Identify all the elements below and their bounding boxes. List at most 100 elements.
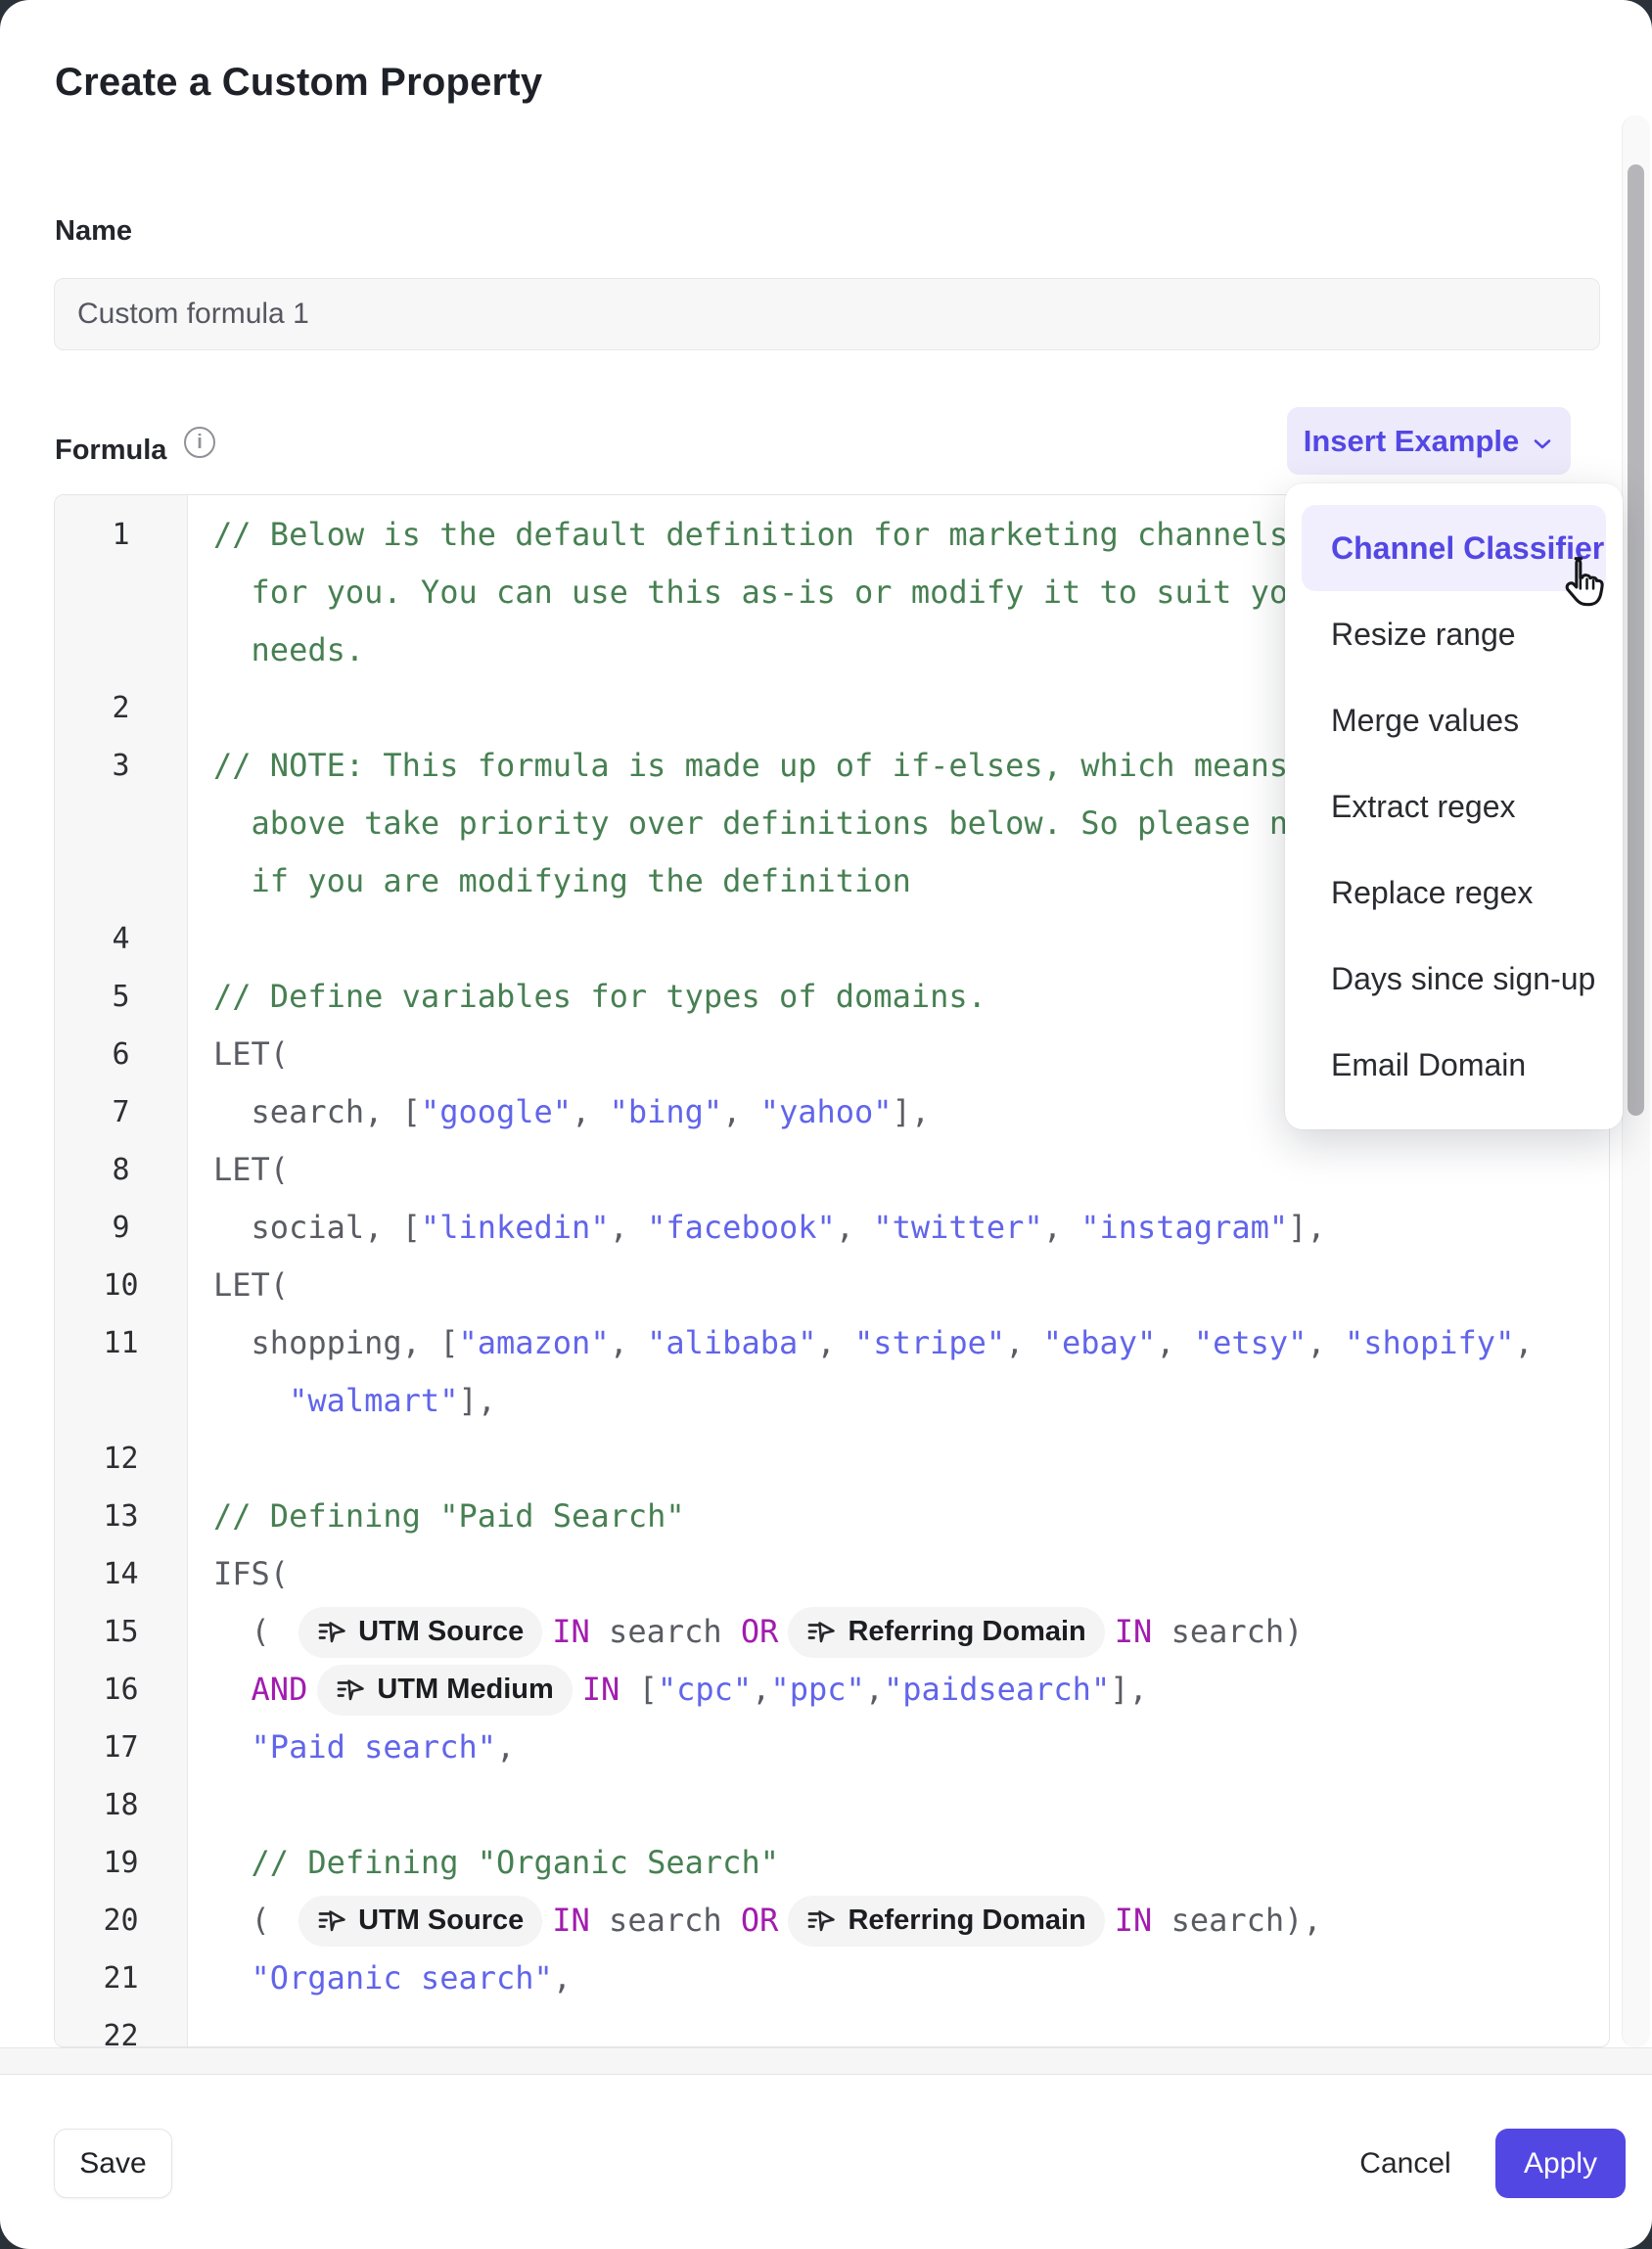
line-number: 8 [55, 1153, 187, 1187]
code-string: "shopify" [1345, 1314, 1514, 1372]
code-string: "amazon" [458, 1314, 609, 1372]
code-text: LET( [213, 1141, 289, 1199]
menu-item-email-domain[interactable]: Email Domain [1302, 1022, 1606, 1108]
menu-item-extract-regex[interactable]: Extract regex [1302, 763, 1606, 849]
cancel-button[interactable]: Cancel [1349, 2129, 1462, 2198]
property-chip-referring-domain[interactable]: Referring Domain [788, 1896, 1104, 1947]
code-line: 22 [55, 2007, 1609, 2047]
code-keyword: IN [552, 1603, 590, 1661]
line-number: 17 [55, 1730, 187, 1765]
code-line: 18 [55, 1776, 1609, 1834]
code-text: , [722, 1083, 760, 1141]
menu-item-resize-range[interactable]: Resize range [1302, 591, 1606, 677]
code-comment: // Defining "Paid Search" [213, 1488, 685, 1545]
apply-button[interactable]: Apply [1495, 2129, 1626, 2198]
code-text: , [1005, 1314, 1043, 1372]
menu-item-channel-classifier[interactable]: Channel Classifier [1302, 505, 1606, 591]
line-number: 3 [55, 749, 187, 783]
code-comment: above take priority over definitions bel… [213, 795, 1345, 852]
code-text [213, 1372, 289, 1430]
line-number: 11 [55, 1326, 187, 1360]
code-text: , [572, 1083, 610, 1141]
code-string: "twitter" [873, 1199, 1042, 1257]
property-chip-label: Referring Domain [848, 1603, 1085, 1661]
info-icon[interactable]: i [184, 427, 215, 458]
code-line-content: for you. You can use this as-is or modif… [187, 564, 1326, 621]
code-line: 8 LET( [55, 1141, 1609, 1199]
property-chip-label: UTM Source [358, 1603, 524, 1661]
code-line: "walmart"], [55, 1372, 1609, 1430]
code-text: [ [620, 1661, 658, 1719]
code-text: LET( [213, 1257, 289, 1314]
code-string: "bing" [610, 1083, 723, 1141]
code-text: IFS( [213, 1545, 289, 1603]
code-keyword: OR [741, 1603, 779, 1661]
code-text: ], [458, 1372, 496, 1430]
property-chip-utm-source[interactable]: UTM Source [298, 1607, 542, 1658]
menu-item-days-since-sign-up[interactable]: Days since sign-up [1302, 936, 1606, 1022]
list-arrow-icon [806, 1618, 837, 1646]
code-text: ( [213, 1892, 289, 1950]
code-text: ( [213, 1603, 289, 1661]
footer-divider [0, 2047, 1652, 2075]
code-line: 15 ( UTM SourceIN search ORReferring Dom… [55, 1603, 1609, 1661]
line-number: 10 [55, 1268, 187, 1303]
code-text: search), [1152, 1892, 1321, 1950]
code-line-content: ANDUTM MediumIN ["cpc","ppc","paidsearch… [187, 1661, 1148, 1719]
code-string: "ppc" [770, 1661, 864, 1719]
code-line-content: // Defining "Paid Search" [187, 1488, 685, 1545]
menu-item-replace-regex[interactable]: Replace regex [1302, 849, 1606, 936]
property-chip-utm-medium[interactable]: UTM Medium [317, 1665, 572, 1716]
line-number: 1 [55, 518, 187, 552]
code-line: 11 shopping, ["amazon", "alibaba", "stri… [55, 1314, 1609, 1372]
list-arrow-icon [317, 1618, 347, 1646]
code-text: , [1156, 1314, 1194, 1372]
code-text: LET( [213, 1026, 289, 1083]
code-text: ], [1288, 1199, 1326, 1257]
save-button[interactable]: Save [54, 2129, 172, 2198]
code-comment: for you. You can use this as-is or modif… [213, 564, 1326, 621]
property-chip-utm-source[interactable]: UTM Source [298, 1896, 542, 1947]
code-text: shopping, [ [213, 1314, 458, 1372]
list-arrow-icon [317, 1906, 347, 1935]
code-keyword: AND [252, 1661, 308, 1719]
code-line: 10 LET( [55, 1257, 1609, 1314]
code-string: "paidsearch" [884, 1661, 1110, 1719]
create-custom-property-modal: Create a Custom Property Name Formula i … [0, 0, 1652, 2249]
code-line-content: "walmart"], [187, 1372, 496, 1430]
insert-example-button[interactable]: Insert Example [1287, 407, 1571, 475]
line-number: 13 [55, 1499, 187, 1534]
code-text: , [817, 1314, 855, 1372]
line-number: 6 [55, 1037, 187, 1072]
code-line-content: ( UTM SourceIN search ORReferring Domain… [187, 1603, 1303, 1661]
code-text: , [836, 1199, 874, 1257]
name-input[interactable] [54, 278, 1600, 350]
code-comment: // NOTE: This formula is made up of if-e… [213, 737, 1288, 795]
code-string: "walmart" [289, 1372, 458, 1430]
code-string: "stripe" [854, 1314, 1005, 1372]
line-number: 22 [55, 2019, 187, 2047]
code-text: , [610, 1314, 648, 1372]
line-number: 14 [55, 1557, 187, 1591]
property-chip-referring-domain[interactable]: Referring Domain [788, 1607, 1104, 1658]
code-line-content: search, ["google", "bing", "yahoo"], [187, 1083, 930, 1141]
modal-scrollbar-thumb[interactable] [1628, 164, 1644, 1116]
code-comment: // Defining "Organic Search" [213, 1834, 779, 1892]
code-line-content: if you are modifying the definition [187, 852, 911, 910]
line-number: 15 [55, 1615, 187, 1649]
code-line-content: LET( [187, 1141, 289, 1199]
code-string: "google" [421, 1083, 572, 1141]
code-line-content: "Paid search", [187, 1719, 515, 1776]
code-comment: if you are modifying the definition [213, 852, 911, 910]
code-keyword: IN [1115, 1603, 1153, 1661]
insert-example-label: Insert Example [1304, 424, 1520, 459]
code-line: 13 // Defining "Paid Search" [55, 1488, 1609, 1545]
code-line-content: // NOTE: This formula is made up of if-e… [187, 737, 1288, 795]
code-text: , [1514, 1314, 1533, 1372]
code-text: social, [ [213, 1199, 421, 1257]
code-text: ], [1110, 1661, 1148, 1719]
property-chip-label: UTM Medium [377, 1661, 553, 1719]
menu-item-merge-values[interactable]: Merge values [1302, 677, 1606, 763]
code-string: "alibaba" [647, 1314, 816, 1372]
code-string: "cpc" [658, 1661, 752, 1719]
